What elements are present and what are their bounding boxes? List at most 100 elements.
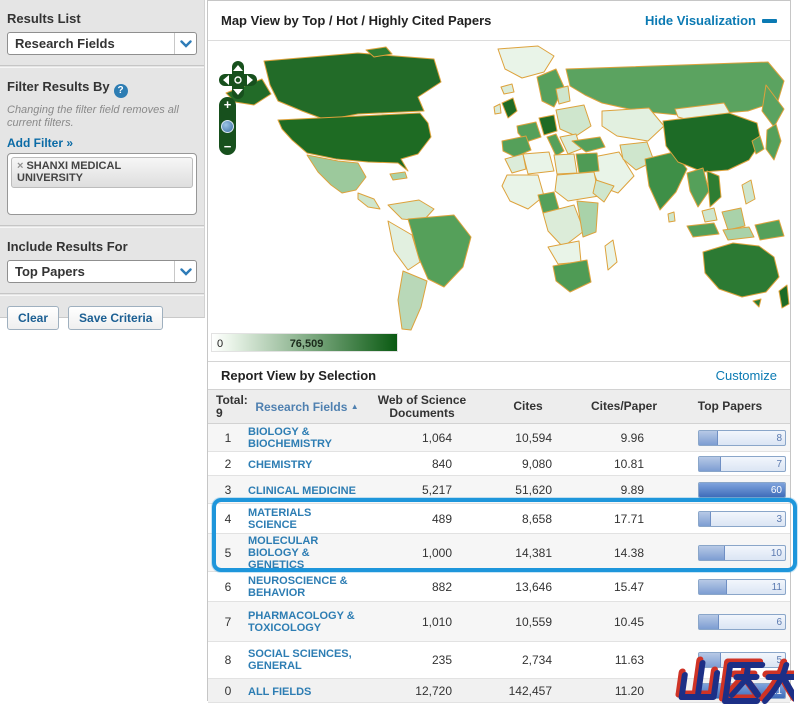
top-papers-bar: 8 xyxy=(698,430,786,446)
row-rank: 5 xyxy=(208,534,248,572)
research-field-link[interactable]: CHEMISTRY xyxy=(248,459,312,471)
row-cites-value: 10,594 xyxy=(478,424,578,452)
results-list-heading: Results List xyxy=(0,0,204,32)
row-rank: 7 xyxy=(208,602,248,642)
top-papers-bar-fill xyxy=(699,546,725,560)
row-docs-value: 235 xyxy=(366,642,478,679)
row-cites-per-paper-value: 9.96 xyxy=(578,424,670,452)
table-row[interactable]: 4 MATERIALS SCIENCE 489 8,658 17.71 3 xyxy=(208,504,790,534)
row-docs-value: 840 xyxy=(366,452,478,476)
report-view-title: Report View by Selection xyxy=(221,368,376,383)
clear-button[interactable]: Clear xyxy=(7,306,59,330)
sort-asc-icon: ▲ xyxy=(351,402,359,411)
research-field-link[interactable]: ALL FIELDS xyxy=(248,686,311,698)
top-papers-value: 5 xyxy=(776,655,782,666)
include-results-select[interactable]: Top Papers xyxy=(7,260,197,283)
zoom-in-icon[interactable]: + xyxy=(224,99,232,111)
table-row[interactable]: 3 CLINICAL MEDICINE 5,217 51,620 9.89 60 xyxy=(208,476,790,504)
table-row[interactable]: 8 SOCIAL SCIENCES, GENERAL 235 2,734 11.… xyxy=(208,642,790,679)
top-papers-value: 3 xyxy=(776,514,782,525)
row-docs-value: 882 xyxy=(366,572,478,602)
table-row[interactable]: 0 ALL FIELDS 12,720 142,457 11.20 121 xyxy=(208,679,790,703)
sidebar: Results List Research Fields Filter Resu… xyxy=(0,0,205,318)
help-icon[interactable]: ? xyxy=(114,84,128,98)
top-papers-bar-fill xyxy=(699,457,721,471)
row-cites-value: 10,559 xyxy=(478,602,578,642)
row-rank: 3 xyxy=(208,476,248,504)
map-pan-control[interactable] xyxy=(218,61,258,99)
table-row[interactable]: 5 MOLECULAR BIOLOGY & GENETICS 1,000 14,… xyxy=(208,534,790,572)
collapse-icon xyxy=(762,19,777,23)
world-map-container: + − xyxy=(208,41,790,331)
remove-filter-icon[interactable]: × xyxy=(17,160,23,172)
customize-link[interactable]: Customize xyxy=(716,368,777,383)
top-papers-bar: 6 xyxy=(698,614,786,630)
map-zoom-control: + − xyxy=(219,97,236,155)
top-papers-bar: 11 xyxy=(698,579,786,595)
row-cites-per-paper-value: 14.38 xyxy=(578,534,670,572)
top-papers-value: 11 xyxy=(772,582,782,593)
zoom-out-icon[interactable]: − xyxy=(224,141,232,153)
add-filter-link[interactable]: Add Filter » xyxy=(0,130,80,153)
top-papers-bar-fill xyxy=(699,431,718,445)
chevron-down-icon xyxy=(174,261,196,282)
top-papers-value: 10 xyxy=(771,548,782,559)
research-field-link[interactable]: MATERIALS SCIENCE xyxy=(248,507,360,531)
column-top-papers[interactable]: Top Papers xyxy=(670,390,790,424)
top-papers-bar: 3 xyxy=(698,511,786,527)
filter-help-note: Changing the filter field removes all cu… xyxy=(0,104,204,130)
main-panel: Map View by Top / Hot / Highly Cited Pap… xyxy=(207,0,791,701)
row-docs-value: 1,064 xyxy=(366,424,478,452)
row-cites-per-paper-value: 11.20 xyxy=(578,679,670,703)
total-header: Total:9 xyxy=(208,390,248,424)
row-cites-value: 51,620 xyxy=(478,476,578,504)
row-docs-value: 5,217 xyxy=(366,476,478,504)
legend-gradient: 0 76,509 xyxy=(211,333,398,352)
top-papers-bar: 7 xyxy=(698,456,786,472)
research-field-link[interactable]: MOLECULAR BIOLOGY & GENETICS xyxy=(248,535,360,571)
include-results-value: Top Papers xyxy=(15,264,85,279)
top-papers-value: 121 xyxy=(765,686,782,697)
top-papers-value: 8 xyxy=(776,433,782,444)
row-cites-value: 14,381 xyxy=(478,534,578,572)
globe-icon[interactable] xyxy=(221,120,234,133)
row-rank: 6 xyxy=(208,572,248,602)
include-results-heading: Include Results For xyxy=(0,228,204,260)
map-legend: 0 76,509 xyxy=(208,331,790,361)
top-papers-bar: 10 xyxy=(698,545,786,561)
results-list-value: Research Fields xyxy=(15,36,115,51)
row-cites-value: 13,646 xyxy=(478,572,578,602)
top-papers-bar-fill xyxy=(699,512,711,526)
row-rank: 0 xyxy=(208,679,248,703)
row-rank: 4 xyxy=(208,504,248,534)
filter-by-heading: Filter Results By? xyxy=(0,68,204,104)
row-cites-per-paper-value: 10.45 xyxy=(578,602,670,642)
top-papers-bar-fill xyxy=(699,653,721,667)
column-cites-per-paper[interactable]: Cites/Paper xyxy=(578,390,670,424)
research-field-link[interactable]: BIOLOGY & BIOCHEMISTRY xyxy=(248,426,360,450)
map-view-title: Map View by Top / Hot / Highly Cited Pap… xyxy=(221,13,491,28)
results-list-select[interactable]: Research Fields xyxy=(7,32,197,55)
research-field-link[interactable]: CLINICAL MEDICINE xyxy=(248,485,356,497)
legend-max-value: 76,509 xyxy=(290,338,324,350)
table-row[interactable]: 1 BIOLOGY & BIOCHEMISTRY 1,064 10,594 9.… xyxy=(208,424,790,452)
report-table: Total:9 Research Fields ▲ Web of Science… xyxy=(208,389,790,703)
research-field-link[interactable]: NEUROSCIENCE & BEHAVIOR xyxy=(248,575,360,599)
top-papers-bar-fill xyxy=(699,615,719,629)
active-filters-box: ×SHANXI MEDICAL UNIVERSITY xyxy=(7,153,197,215)
filter-chip-label: SHANXI MEDICAL UNIVERSITY xyxy=(17,160,121,184)
column-research-fields[interactable]: Research Fields ▲ xyxy=(248,390,366,424)
hide-visualization-link[interactable]: Hide Visualization xyxy=(645,13,777,28)
top-papers-bar-fill xyxy=(699,580,727,594)
table-row[interactable]: 2 CHEMISTRY 840 9,080 10.81 7 xyxy=(208,452,790,476)
save-criteria-button[interactable]: Save Criteria xyxy=(68,306,163,330)
table-row[interactable]: 6 NEUROSCIENCE & BEHAVIOR 882 13,646 15.… xyxy=(208,572,790,602)
research-field-link[interactable]: SOCIAL SCIENCES, GENERAL xyxy=(248,648,360,672)
table-row[interactable]: 7 PHARMACOLOGY & TOXICOLOGY 1,010 10,559… xyxy=(208,602,790,642)
row-rank: 8 xyxy=(208,642,248,679)
filter-chip[interactable]: ×SHANXI MEDICAL UNIVERSITY xyxy=(11,157,193,188)
column-wos-documents[interactable]: Web of Science Documents xyxy=(366,390,478,424)
world-map[interactable] xyxy=(208,41,790,331)
research-field-link[interactable]: PHARMACOLOGY & TOXICOLOGY xyxy=(248,610,360,634)
column-cites[interactable]: Cites xyxy=(478,390,578,424)
